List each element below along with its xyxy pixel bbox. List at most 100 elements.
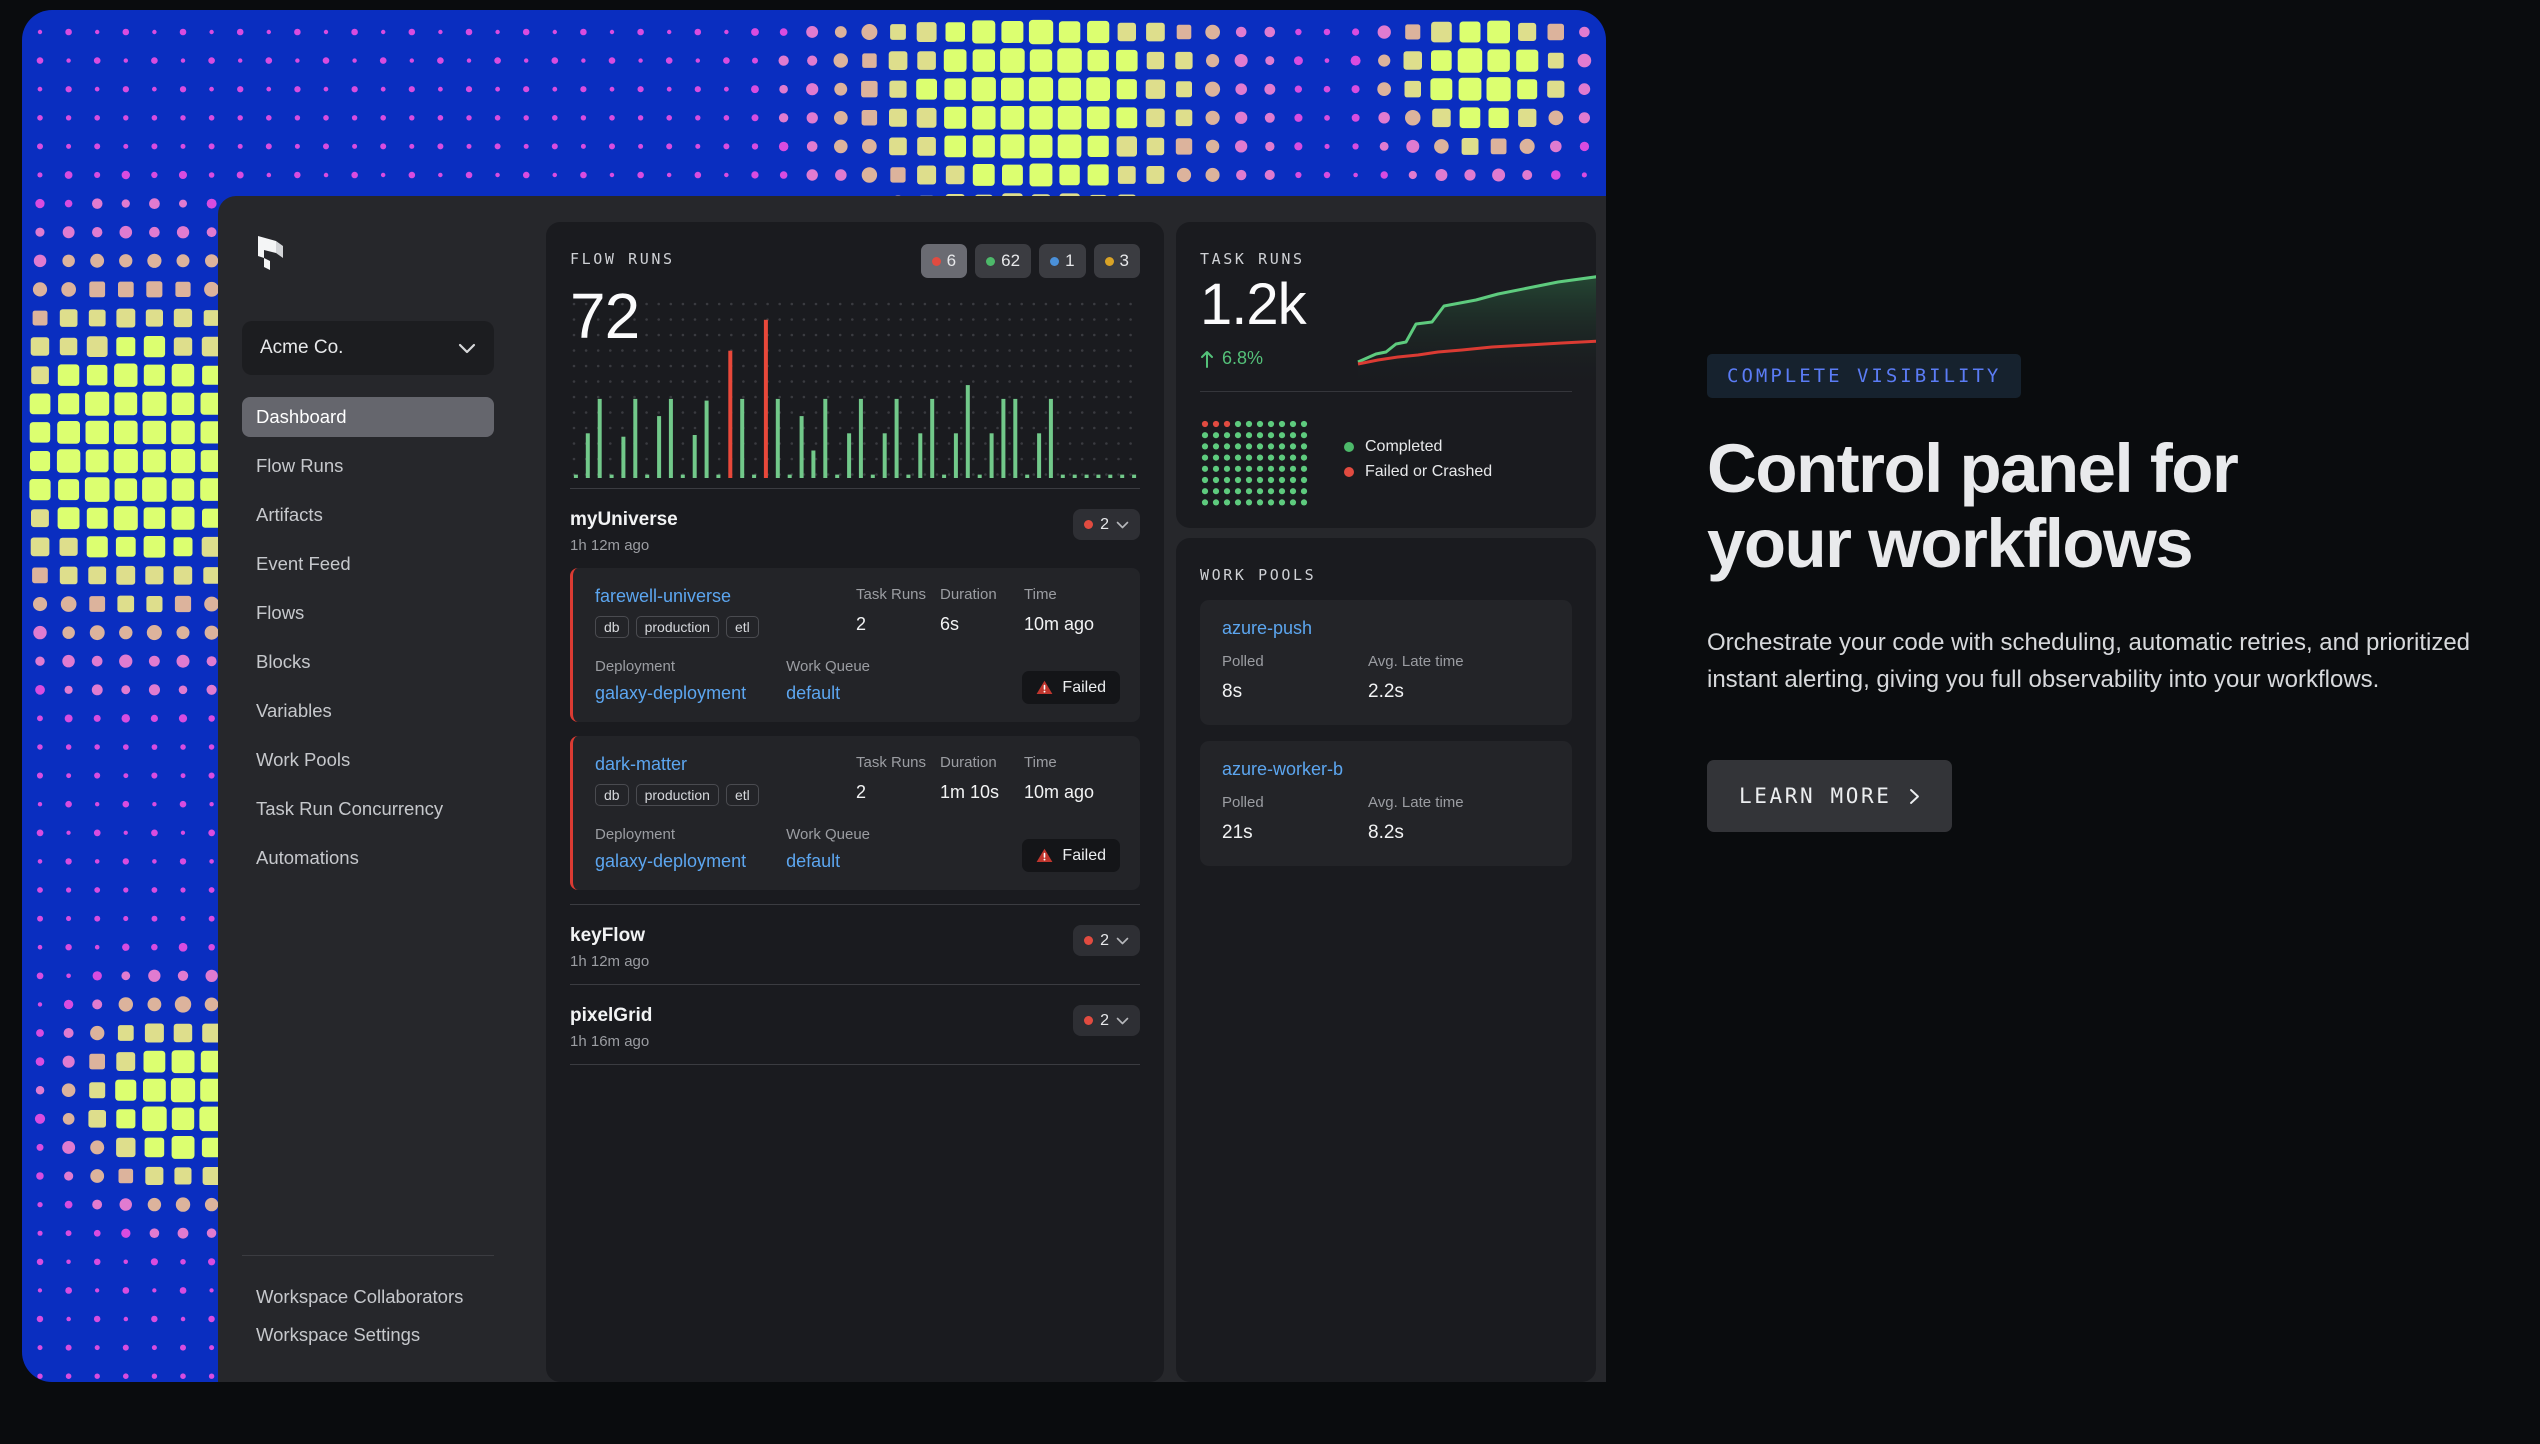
status-chip-failed[interactable]: 6 <box>920 244 968 278</box>
metric-value: 10m ago <box>1024 782 1095 802</box>
work-pool-card[interactable]: azure-worker-b Polled 21s Avg. Late time… <box>1200 741 1572 866</box>
field-label: Work Queue <box>786 658 871 675</box>
learn-more-button[interactable]: LEARN MORE <box>1707 760 1953 833</box>
flow-group-pixelgrid: pixelGrid 1h 16m ago 2 <box>570 985 1140 1064</box>
stat-label: Avg. Late time <box>1368 653 1464 670</box>
flow-group-count-badge[interactable]: 2 <box>1073 925 1140 956</box>
flow-run-summary: farewell-universe db production etl Task… <box>595 586 1120 638</box>
flow-run-name-link[interactable]: dark-matter <box>595 754 856 775</box>
sidebar-item-artifacts[interactable]: Artifacts <box>242 495 494 535</box>
sidebar-item-dashboard[interactable]: Dashboard <box>242 397 494 437</box>
work-queue-link[interactable]: default <box>786 851 870 872</box>
metric-task-runs: Task Runs 2 <box>856 586 940 635</box>
eyebrow-badge: COMPLETE VISIBILITY <box>1707 354 2022 398</box>
status-chip-count: 62 <box>1001 251 1021 270</box>
tag[interactable]: etl <box>725 616 759 638</box>
tag[interactable]: db <box>595 784 629 806</box>
tag[interactable]: db <box>595 616 629 638</box>
sidebar-item-automations[interactable]: Automations <box>242 838 494 878</box>
deployment-link[interactable]: galaxy-deployment <box>595 851 746 872</box>
deployment-link[interactable]: galaxy-deployment <box>595 683 746 704</box>
sidebar-item-label: Task Run Concurrency <box>256 798 444 819</box>
sidebar-item-variables[interactable]: Variables <box>242 691 494 731</box>
tag[interactable]: production <box>635 784 719 806</box>
flow-group-divider <box>570 1064 1140 1065</box>
task-runs-legend: Completed Failed or Crashed <box>1344 438 1492 488</box>
work-pools-panel: WORK POOLS azure-push Polled 8s Avg. Lat… <box>1176 538 1596 1382</box>
status-chip-count: 1 <box>1065 251 1075 270</box>
metric-value: 2 <box>856 782 867 802</box>
flow-group-keyflow: keyFlow 1h 12m ago 2 <box>570 905 1140 984</box>
metric-value: 10m ago <box>1024 614 1095 634</box>
flow-group-header[interactable]: pixelGrid 1h 16m ago 2 <box>570 1005 1140 1064</box>
flow-run-tags: db production etl <box>595 784 856 806</box>
sidebar-item-label: Blocks <box>256 651 311 672</box>
flow-group-count: 2 <box>1100 515 1109 533</box>
flow-group-time: 1h 12m ago <box>570 953 650 970</box>
task-runs-title: TASK RUNS <box>1200 250 1305 268</box>
flow-group-count-badge[interactable]: 2 <box>1073 1005 1140 1036</box>
metric-label: Task Runs <box>856 586 927 603</box>
chevron-down-icon <box>1116 521 1129 528</box>
status-chip-running[interactable]: 1 <box>1039 244 1086 278</box>
field-label: Work Queue <box>786 826 871 843</box>
stat-value: 8.2s <box>1368 822 1404 843</box>
tag[interactable]: production <box>635 616 719 638</box>
work-queue-field: Work Queue default <box>786 826 870 872</box>
task-runs-sparkline <box>1357 275 1596 384</box>
status-badge: Failed <box>1022 671 1120 704</box>
chevron-down-icon <box>1116 1017 1129 1024</box>
warning-triangle-icon <box>1037 848 1053 862</box>
status-chip-count: 3 <box>1119 251 1129 270</box>
metric-duration: Duration 1m 10s <box>940 754 1024 803</box>
sidebar-item-work-pools[interactable]: Work Pools <box>242 740 494 780</box>
marketing-subcopy: Orchestrate your code with scheduling, a… <box>1707 629 2471 693</box>
page-root: Acme Co. Dashboard Flow Runs Artifacts E… <box>0 0 2540 1444</box>
metric-time: Time 10m ago <box>1024 586 1120 635</box>
task-runs-outcome: Completed Failed or Crashed <box>1200 392 1572 508</box>
sidebar-item-flows[interactable]: Flows <box>242 593 494 633</box>
flow-group-time: 1h 12m ago <box>570 537 650 554</box>
work-pool-name-link[interactable]: azure-push <box>1222 618 1550 639</box>
status-badge: Failed <box>1022 839 1120 872</box>
flow-run-name-link[interactable]: farewell-universe <box>595 586 856 607</box>
chevron-down-icon <box>1116 937 1129 944</box>
sidebar-item-workspace-settings[interactable]: Workspace Settings <box>242 1316 494 1354</box>
stat-label: Polled <box>1222 653 1264 670</box>
warning-triangle-icon <box>1037 680 1053 694</box>
flow-run-card[interactable]: farewell-universe db production etl Task… <box>570 568 1140 722</box>
metric-label: Duration <box>940 754 997 771</box>
chevron-down-icon <box>458 343 476 353</box>
metric-time: Time 10m ago <box>1024 754 1120 803</box>
sidebar-item-task-run-concurrency[interactable]: Task Run Concurrency <box>242 789 494 829</box>
metric-task-runs: Task Runs 2 <box>856 754 940 803</box>
work-pool-card[interactable]: azure-push Polled 8s Avg. Late time 2.2s <box>1200 600 1572 725</box>
page-title: Control panel for your workflows <box>1707 431 2517 581</box>
flow-group-header[interactable]: keyFlow 1h 12m ago 2 <box>570 925 1140 984</box>
status-dot <box>1084 1016 1094 1025</box>
status-badge-label: Failed <box>1062 678 1106 696</box>
sidebar-item-label: Automations <box>256 847 359 868</box>
work-pool-late-time: Avg. Late time 2.2s <box>1368 653 1514 703</box>
sidebar-item-flow-runs[interactable]: Flow Runs <box>242 446 494 486</box>
status-dot <box>1050 256 1060 266</box>
flow-run-card[interactable]: dark-matter db production etl Task Runs … <box>570 736 1140 890</box>
work-queue-link[interactable]: default <box>786 683 870 704</box>
flow-group-header[interactable]: myUniverse 1h 12m ago 2 <box>570 509 1140 568</box>
sidebar-item-label: Artifacts <box>256 504 323 525</box>
flow-run-details: Deployment galaxy-deployment Work Queue … <box>595 658 1120 704</box>
tag[interactable]: etl <box>725 784 759 806</box>
org-selector-value: Acme Co. <box>260 337 344 358</box>
org-selector[interactable]: Acme Co. <box>242 321 494 375</box>
sidebar-item-event-feed[interactable]: Event Feed <box>242 544 494 584</box>
status-chip-pending[interactable]: 3 <box>1093 244 1140 278</box>
sidebar-item-blocks[interactable]: Blocks <box>242 642 494 682</box>
prefect-logo-icon <box>258 236 283 270</box>
work-pool-name-link[interactable]: azure-worker-b <box>1222 759 1550 780</box>
flow-group-count-badge[interactable]: 2 <box>1073 509 1140 540</box>
sidebar-item-workspace-collaborators[interactable]: Workspace Collaborators <box>242 1278 494 1316</box>
status-dot <box>1104 256 1114 266</box>
deployment-field: Deployment galaxy-deployment <box>595 658 746 704</box>
status-dot <box>1084 936 1094 945</box>
status-chip-completed[interactable]: 62 <box>975 244 1032 278</box>
